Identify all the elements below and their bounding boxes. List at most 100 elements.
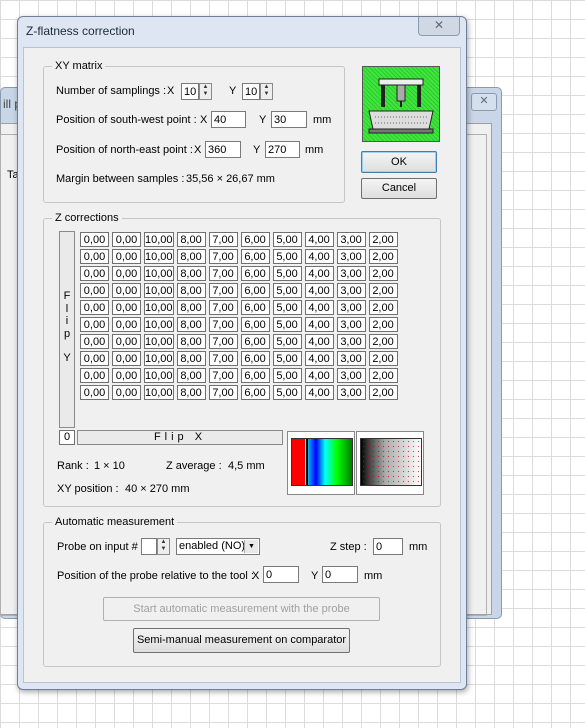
grid-cell[interactable]: 10,00	[144, 334, 174, 349]
grid-cell[interactable]: 7,00	[208, 232, 238, 247]
grid-cell[interactable]: 0,00	[80, 351, 109, 366]
grid-cell[interactable]: 2,00	[368, 334, 398, 349]
grid-cell[interactable]: 0,00	[112, 334, 141, 349]
spin-down-icon[interactable]: ▼	[158, 546, 169, 553]
grid-cell[interactable]: 10,00	[144, 351, 174, 366]
grid-cell[interactable]: 5,00	[272, 249, 302, 264]
grid-cell[interactable]: 8,00	[176, 385, 206, 400]
grid-cell[interactable]: 6,00	[240, 232, 270, 247]
cancel-button[interactable]: Cancel	[361, 178, 437, 199]
sw-x-input[interactable]: 40	[211, 111, 246, 128]
flip-y-button[interactable]: F l i p Y	[59, 231, 75, 428]
grid-cell[interactable]: 6,00	[240, 249, 270, 264]
grid-corner-cell[interactable]: 0	[59, 430, 75, 445]
grid-cell[interactable]: 8,00	[176, 351, 206, 366]
grid-cell[interactable]: 3,00	[336, 385, 366, 400]
grid-cell[interactable]: 2,00	[368, 368, 398, 383]
spin-down-icon[interactable]: ▼	[261, 91, 272, 98]
grid-cell[interactable]: 7,00	[208, 300, 238, 315]
grid-cell[interactable]: 7,00	[208, 317, 238, 332]
grid-cell[interactable]: 4,00	[304, 232, 334, 247]
grid-cell[interactable]: 2,00	[368, 232, 398, 247]
chevron-down-icon[interactable]: ▼	[244, 540, 258, 553]
grid-cell[interactable]: 8,00	[176, 334, 206, 349]
grid-cell[interactable]: 8,00	[176, 317, 206, 332]
grayscale-button[interactable]	[356, 431, 424, 495]
probe-x-input[interactable]: 0	[263, 566, 299, 583]
grid-cell[interactable]: 0,00	[112, 232, 141, 247]
color-scale-button[interactable]	[287, 431, 355, 495]
grid-cell[interactable]: 10,00	[144, 232, 174, 247]
grid-cell[interactable]: 0,00	[80, 300, 109, 315]
grid-cell[interactable]: 3,00	[336, 283, 366, 298]
grid-cell[interactable]: 5,00	[272, 351, 302, 366]
grid-cell[interactable]: 0,00	[112, 317, 141, 332]
grid-cell[interactable]: 0,00	[80, 232, 109, 247]
grid-cell[interactable]: 0,00	[112, 351, 141, 366]
grid-cell[interactable]: 6,00	[240, 351, 270, 366]
grid-cell[interactable]: 4,00	[304, 334, 334, 349]
samplings-y-spinner[interactable]: ▲ ▼	[260, 83, 273, 100]
grid-cell[interactable]: 7,00	[208, 283, 238, 298]
grid-cell[interactable]: 7,00	[208, 334, 238, 349]
grid-cell[interactable]: 6,00	[240, 334, 270, 349]
grid-cell[interactable]: 4,00	[304, 385, 334, 400]
grid-cell[interactable]: 3,00	[336, 368, 366, 383]
grid-cell[interactable]: 5,00	[272, 300, 302, 315]
semi-manual-measurement-button[interactable]: Semi-manual measurement on comparator	[133, 628, 350, 653]
spin-up-icon[interactable]: ▲	[200, 84, 211, 91]
grid-cell[interactable]: 3,00	[336, 300, 366, 315]
grid-cell[interactable]: 0,00	[112, 368, 141, 383]
probe-y-input[interactable]: 0	[322, 566, 358, 583]
grid-cell[interactable]: 2,00	[368, 300, 398, 315]
ne-y-input[interactable]: 270	[265, 141, 300, 158]
z-step-input[interactable]: 0	[373, 538, 403, 555]
samplings-y-input[interactable]: 10	[242, 83, 260, 100]
grid-cell[interactable]: 10,00	[144, 249, 174, 264]
grid-cell[interactable]: 3,00	[336, 266, 366, 281]
grid-cell[interactable]: 8,00	[176, 232, 206, 247]
grid-cell[interactable]: 0,00	[80, 249, 109, 264]
close-button[interactable]: ✕	[418, 17, 460, 36]
sw-y-input[interactable]: 30	[271, 111, 307, 128]
spin-up-icon[interactable]: ▲	[261, 84, 272, 91]
grid-cell[interactable]: 8,00	[176, 283, 206, 298]
grid-cell[interactable]: 5,00	[272, 385, 302, 400]
grid-cell[interactable]: 5,00	[272, 317, 302, 332]
flip-x-button[interactable]: Flip X	[77, 430, 283, 445]
grid-cell[interactable]: 10,00	[144, 385, 174, 400]
spin-down-icon[interactable]: ▼	[200, 91, 211, 98]
grid-cell[interactable]: 0,00	[80, 283, 109, 298]
spin-up-icon[interactable]: ▲	[158, 539, 169, 546]
grid-cell[interactable]: 3,00	[336, 351, 366, 366]
grid-cell[interactable]: 6,00	[240, 283, 270, 298]
grid-cell[interactable]: 5,00	[272, 368, 302, 383]
grid-cell[interactable]: 2,00	[368, 317, 398, 332]
grid-cell[interactable]: 5,00	[272, 232, 302, 247]
grid-cell[interactable]: 0,00	[112, 385, 141, 400]
grid-cell[interactable]: 4,00	[304, 317, 334, 332]
background-close-button[interactable]: ✕	[471, 93, 497, 111]
grid-cell[interactable]: 4,00	[304, 351, 334, 366]
grid-cell[interactable]: 2,00	[368, 385, 398, 400]
grid-cell[interactable]: 8,00	[176, 249, 206, 264]
grid-cell[interactable]: 7,00	[208, 351, 238, 366]
grid-cell[interactable]: 0,00	[112, 266, 141, 281]
grid-cell[interactable]: 6,00	[240, 300, 270, 315]
grid-cell[interactable]: 2,00	[368, 249, 398, 264]
grid-cell[interactable]: 0,00	[80, 317, 109, 332]
grid-cell[interactable]: 4,00	[304, 368, 334, 383]
samplings-x-spinner[interactable]: ▲ ▼	[199, 83, 212, 100]
grid-cell[interactable]: 7,00	[208, 266, 238, 281]
grid-cell[interactable]: 4,00	[304, 266, 334, 281]
ok-button[interactable]: OK	[361, 151, 437, 173]
grid-cell[interactable]: 5,00	[272, 266, 302, 281]
grid-cell[interactable]: 7,00	[208, 249, 238, 264]
grid-cell[interactable]: 10,00	[144, 368, 174, 383]
grid-cell[interactable]: 3,00	[336, 317, 366, 332]
grid-cell[interactable]: 3,00	[336, 232, 366, 247]
grid-cell[interactable]: 3,00	[336, 334, 366, 349]
grid-cell[interactable]: 5,00	[272, 334, 302, 349]
grid-cell[interactable]: 3,00	[336, 249, 366, 264]
grid-cell[interactable]: 0,00	[80, 266, 109, 281]
